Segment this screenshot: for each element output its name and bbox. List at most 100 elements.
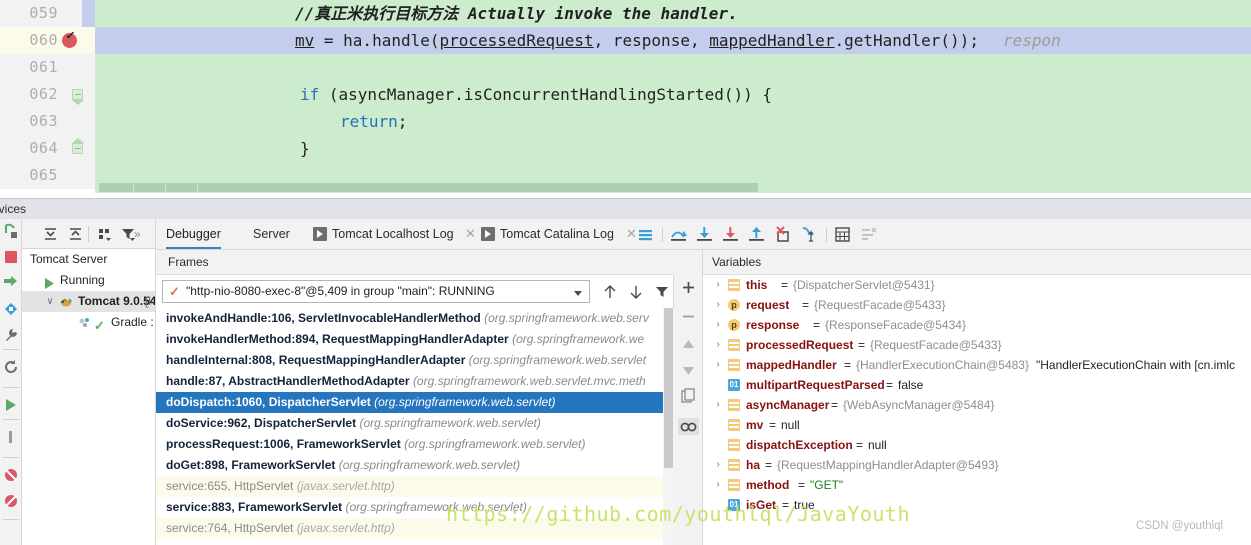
stack-frame-row[interactable]: invokeAndHandle:106, ServletInvocableHan… (156, 308, 663, 329)
breakpoint-icon[interactable]: ✓ (62, 33, 77, 48)
tree-item-running[interactable]: Running (22, 270, 155, 291)
tree-item-gradle[interactable]: ✓ Gradle : o (22, 312, 155, 333)
rerun-icon[interactable] (3, 223, 19, 239)
debug-actions-rail[interactable] (0, 219, 22, 545)
services-tree-toolbar[interactable]: » (22, 219, 156, 249)
editor-line[interactable]: 059 //真正米执行目标方法 Actually invoke the hand… (0, 0, 1251, 27)
stack-frame-row-selected[interactable]: doDispatch:1060, DispatcherServlet (org.… (156, 392, 663, 413)
watches-icon[interactable] (678, 418, 699, 435)
code-fold-start-icon[interactable] (72, 89, 83, 100)
chevron-right-icon[interactable]: › (713, 335, 723, 355)
evaluate-expression-icon[interactable] (834, 226, 851, 243)
tree-item-tomcat-server[interactable]: Tomcat Server (22, 249, 155, 270)
variable-row-multipartRequestParsed[interactable]: 01 multipartRequestParsed = false (703, 375, 1251, 395)
fold-column[interactable] (60, 162, 95, 189)
settings-wrench-icon[interactable] (3, 327, 19, 343)
scrollbar-thumb[interactable] (664, 308, 673, 468)
stack-frame-row[interactable]: doService:962, DispatcherServlet (org.sp… (156, 413, 663, 434)
chevron-right-icon[interactable]: › (713, 315, 723, 335)
expand-all-icon[interactable] (42, 226, 59, 243)
variable-row-ha[interactable]: › ha = {RequestMappingHandlerAdapter@549… (703, 455, 1251, 475)
editor-line[interactable]: 062 if (asyncManager.isConcurrentHandlin… (0, 81, 1251, 108)
variable-row-request[interactable]: › p request = {RequestFacade@5433} (703, 295, 1251, 315)
variable-row-asyncManager[interactable]: › asyncManager = {WebAsyncManager@5484} (703, 395, 1251, 415)
frames-filter-button[interactable] (654, 284, 670, 300)
stack-frame-row[interactable]: doGet:898, FrameworkServlet (org.springf… (156, 455, 663, 476)
fold-column[interactable] (60, 108, 95, 135)
stack-frame-row[interactable]: service:883, FrameworkServlet (org.sprin… (156, 497, 663, 518)
stack-frame-row[interactable]: handle:87, AbstractHandlerMethodAdapter … (156, 371, 663, 392)
frames-vertical-scrollbar[interactable] (663, 308, 674, 545)
step-over-icon[interactable] (670, 226, 687, 243)
frames-down-button[interactable] (628, 284, 644, 300)
chevron-right-icon[interactable]: › (713, 295, 723, 315)
variable-row-mappedHandler[interactable]: › mappedHandler = {HandlerExecutionChain… (703, 355, 1251, 375)
run-to-cursor-icon[interactable] (800, 226, 817, 243)
editor-line[interactable]: 063 return; (0, 108, 1251, 135)
variables-tree[interactable]: › this = {DispatcherServlet@5431} › p re… (703, 275, 1251, 545)
remove-watch-button[interactable] (680, 308, 697, 325)
tab-debugger[interactable]: Debugger (166, 219, 221, 249)
chevron-right-icon[interactable]: › (713, 275, 723, 295)
chevron-down-icon[interactable] (574, 291, 582, 296)
call-stack-list[interactable]: invokeAndHandle:106, ServletInvocableHan… (156, 308, 663, 545)
copy-to-clipboard-icon[interactable] (680, 388, 697, 405)
services-tree[interactable]: Tomcat Server Running ∨ Tomcat 9.0.54 [l… (22, 249, 156, 545)
drop-frame-icon[interactable] (774, 226, 791, 243)
add-watch-button[interactable] (680, 279, 697, 296)
editor-line[interactable]: 061 (0, 54, 1251, 81)
variable-row-dispatchException[interactable]: dispatchException = null (703, 435, 1251, 455)
tab-tomcat-catalina-log[interactable]: Tomcat Catalina Log ✕ (481, 219, 614, 249)
move-up-button[interactable] (680, 336, 697, 353)
tab-tomcat-localhost-log[interactable]: Tomcat Localhost Log ✕ (313, 219, 454, 249)
close-icon[interactable]: ✕ (626, 228, 637, 240)
fold-column[interactable] (60, 81, 95, 108)
step-into-icon[interactable] (696, 226, 713, 243)
force-step-into-icon[interactable] (722, 226, 739, 243)
editor-line[interactable]: 064 } (0, 135, 1251, 162)
fold-column[interactable] (60, 135, 95, 162)
collapse-all-icon[interactable] (67, 226, 84, 243)
mute-breakpoints-icon[interactable] (860, 226, 877, 243)
editor-horizontal-scrollbar[interactable] (95, 182, 1251, 193)
tree-item-tomcat-9054[interactable]: ∨ Tomcat 9.0.54 [l (22, 291, 155, 312)
stop-gray-icon[interactable] (3, 429, 19, 445)
frames-panel[interactable]: Frames ✓ "http-nio-8080-exec-8"@5,409 in… (156, 250, 674, 545)
resume-program-icon[interactable] (3, 275, 19, 291)
move-down-button[interactable] (680, 362, 697, 379)
run-icon[interactable] (3, 397, 19, 413)
console-toggle-icon[interactable] (637, 226, 654, 243)
variable-row-this[interactable]: › this = {DispatcherServlet@5431} (703, 275, 1251, 295)
stack-frame-row[interactable]: handleInternal:808, RequestMappingHandle… (156, 350, 663, 371)
variable-row-method[interactable]: › method = "GET" (703, 475, 1251, 495)
chevron-right-icon[interactable]: › (713, 475, 723, 495)
tab-server[interactable]: Server (253, 219, 290, 249)
mute-breakpoint-icon[interactable] (3, 493, 19, 509)
thread-selector[interactable]: ✓ "http-nio-8080-exec-8"@5,409 in group … (162, 280, 590, 303)
more-actions-icon[interactable]: » (134, 227, 140, 241)
variable-row-mv[interactable]: mv = null (703, 415, 1251, 435)
variable-row-isGet[interactable]: 01 isGet = true (703, 495, 1251, 515)
chevron-down-icon[interactable]: ∨ (44, 291, 56, 312)
debug-tool-tabs[interactable]: Debugger Server Tomcat Localhost Log ✕ T… (156, 219, 1251, 250)
editor-line-current[interactable]: 060 ✓ mv = ha.handle(processedRequest, r… (0, 27, 1251, 54)
variable-row-response[interactable]: › p response = {ResponseFacade@5434} (703, 315, 1251, 335)
frames-side-toolbar[interactable] (674, 250, 703, 545)
code-fold-end-icon[interactable] (72, 143, 83, 154)
close-icon[interactable]: ✕ (465, 228, 476, 240)
fold-column[interactable] (60, 54, 95, 81)
pause-program-icon[interactable] (3, 301, 19, 317)
stack-frame-row-library[interactable]: service:655, HttpServlet (javax.servlet.… (156, 476, 663, 497)
code-editor[interactable]: 059 //真正米执行目标方法 Actually invoke the hand… (0, 0, 1251, 198)
group-by-icon[interactable] (96, 226, 113, 243)
stack-frame-row[interactable]: invokeHandlerMethod:894, RequestMappingH… (156, 329, 663, 350)
chevron-right-icon[interactable]: › (713, 395, 723, 415)
variables-panel[interactable]: Variables › this = {DispatcherServlet@54… (703, 250, 1251, 545)
variable-row-processedRequest[interactable]: › processedRequest = {RequestFacade@5433… (703, 335, 1251, 355)
chevron-right-icon[interactable]: › (713, 455, 723, 475)
frames-up-button[interactable] (602, 284, 618, 300)
stack-frame-row-library[interactable]: service:764, HttpServlet (javax.servlet.… (156, 518, 663, 539)
stop-icon[interactable] (3, 249, 19, 265)
step-out-icon[interactable] (748, 226, 765, 243)
stack-frame-row[interactable]: processRequest:1006, FrameworkServlet (o… (156, 434, 663, 455)
